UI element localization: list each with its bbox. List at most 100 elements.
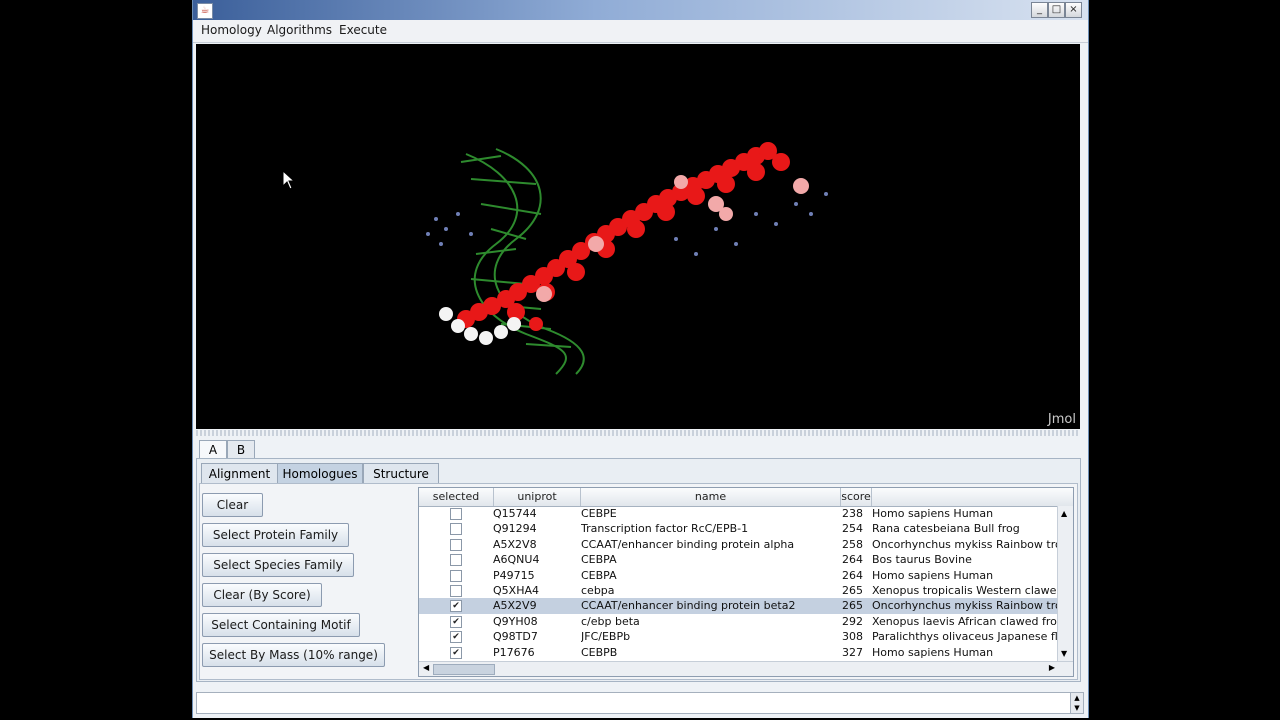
column-selected[interactable]: selected <box>419 488 494 506</box>
app-window: ☕ _ □ × Homology Algorithms Execute Jmol… <box>192 0 1089 718</box>
spin-up-icon[interactable]: ▲ <box>1071 693 1083 703</box>
cell-uniprot: P49715 <box>493 568 535 582</box>
cell-species: Homo sapiens Human <box>872 568 994 582</box>
cell-uniprot: Q98TD7 <box>493 630 538 644</box>
table-row[interactable]: P49715 CEBPA 264 Homo sapiens Human <box>419 568 1057 583</box>
cell-name: CEBPA <box>581 568 617 582</box>
cell-uniprot: Q5XHA4 <box>493 584 539 597</box>
cell-uniprot: Q9YH08 <box>493 614 538 628</box>
row-checkbox[interactable]: ✔ <box>450 615 462 628</box>
cell-name: CEBPE <box>581 507 617 520</box>
cell-uniprot: Q91294 <box>493 522 537 536</box>
cell-score: 265 <box>842 584 863 597</box>
tab-structure[interactable]: Structure <box>363 463 439 484</box>
menu-execute[interactable]: Execute <box>339 23 387 37</box>
cell-species: Xenopus tropicalis Western clawed <box>872 584 1057 597</box>
menu-algorithms[interactable]: Algorithms <box>267 23 332 37</box>
table-row[interactable]: Q15744 CEBPE 238 Homo sapiens Human <box>419 506 1057 521</box>
row-checkbox[interactable] <box>450 569 462 582</box>
tab-alignment[interactable]: Alignment <box>201 463 278 484</box>
cell-name: cebpa <box>581 584 615 597</box>
cell-species: Xenopus laevis African clawed frog <box>872 614 1057 628</box>
tab-homologues[interactable]: Homologues <box>277 463 363 484</box>
table-row[interactable]: ✔ P17676 CEBPB 327 Homo sapiens Human <box>419 645 1057 660</box>
select-by-mass-button[interactable]: Select By Mass (10% range) <box>202 643 385 667</box>
clear-by-score-button[interactable]: Clear (By Score) <box>202 583 322 607</box>
column-uniprot[interactable]: uniprot <box>494 488 581 506</box>
row-checkbox[interactable]: ✔ <box>450 646 462 659</box>
table-row[interactable]: A5X2V8 CCAAT/enhancer binding protein al… <box>419 537 1057 552</box>
table-header: selected uniprot name score <box>419 488 1073 507</box>
mouse-pointer-icon <box>282 170 296 190</box>
cell-species: Homo sapiens Human <box>872 645 994 659</box>
cell-name: c/ebp beta <box>581 614 640 628</box>
row-checkbox[interactable] <box>450 523 462 536</box>
scroll-left-icon[interactable]: ◀ <box>423 663 429 672</box>
cell-species: Oncorhynchus mykiss Rainbow trou <box>872 599 1057 613</box>
cell-species: Homo sapiens Human <box>872 507 994 520</box>
cell-name: Transcription factor RcC/EPB-1 <box>581 522 749 536</box>
cell-name: CEBPB <box>581 645 618 659</box>
table-row[interactable]: A6QNU4 CEBPA 264 Bos taurus Bovine <box>419 552 1057 567</box>
cell-species: Oncorhynchus mykiss Rainbow trou <box>872 537 1057 551</box>
row-checkbox[interactable] <box>450 554 462 567</box>
tab-b[interactable]: B <box>227 440 255 459</box>
table-row[interactable]: Q5XHA4 cebpa 265 Xenopus tropicalis Western… <box>419 583 1057 598</box>
molecule-structure <box>426 142 828 375</box>
row-checkbox[interactable] <box>450 585 462 597</box>
table-row[interactable]: Q91294 Transcription factor RcC/EPB-1 254 R… <box>419 521 1057 536</box>
cell-score: 264 <box>842 568 863 582</box>
menu-bar: Homology Algorithms Execute <box>193 20 1088 43</box>
scroll-right-icon[interactable]: ▶ <box>1049 663 1055 672</box>
vertical-scrollbar[interactable]: ▲ ▼ <box>1057 506 1073 661</box>
java-app-icon: ☕ <box>197 3 213 19</box>
cell-score: 292 <box>842 614 863 628</box>
title-bar[interactable]: ☕ _ □ × <box>193 0 1088 20</box>
column-name[interactable]: name <box>581 488 841 506</box>
table-row[interactable]: ✔ Q9YH08 c/ebp beta 292 Xenopus laevis Afric… <box>419 614 1057 629</box>
cell-score: 254 <box>842 522 863 536</box>
select-protein-family-button[interactable]: Select Protein Family <box>202 523 349 547</box>
jmol-molecule-viewer[interactable]: Jmol <box>196 44 1080 429</box>
cell-uniprot: Q15744 <box>493 507 537 520</box>
cell-name: CEBPA <box>581 553 617 567</box>
cell-name: CCAAT/enhancer binding protein alpha <box>581 537 795 551</box>
column-score[interactable]: score <box>841 488 872 506</box>
spin-down-icon[interactable]: ▼ <box>1071 703 1083 713</box>
cell-score: 258 <box>842 537 863 551</box>
minimize-button[interactable]: _ <box>1031 2 1048 18</box>
cell-species: Bos taurus Bovine <box>872 553 972 567</box>
cell-uniprot: A5X2V9 <box>493 599 537 613</box>
horizontal-scroll-thumb[interactable] <box>433 664 495 675</box>
row-checkbox[interactable]: ✔ <box>450 600 462 613</box>
cell-score: 265 <box>842 599 863 613</box>
jmol-watermark: Jmol <box>1047 412 1076 427</box>
cell-score: 238 <box>842 507 863 520</box>
cell-species: Rana catesbeiana Bull frog <box>872 522 1020 536</box>
row-checkbox[interactable] <box>450 508 462 520</box>
cell-name: JFC/EBPb <box>581 630 631 644</box>
cell-uniprot: A6QNU4 <box>493 553 540 567</box>
select-species-family-button[interactable]: Select Species Family <box>202 553 354 577</box>
table-row[interactable]: ✔ Q98TD7 JFC/EBPb 308 Paralichthys olivaceus… <box>419 629 1057 644</box>
table-row[interactable]: ✔ A5X2V9 CCAAT/enhancer binding protein b… <box>419 598 1057 614</box>
maximize-button[interactable]: □ <box>1048 2 1065 18</box>
close-button[interactable]: × <box>1065 2 1082 18</box>
cell-uniprot: A5X2V8 <box>493 537 537 551</box>
select-containing-motif-button[interactable]: Select Containing Motif <box>202 613 360 637</box>
tab-a[interactable]: A <box>199 440 227 459</box>
status-spinner[interactable]: ▲ ▼ <box>1070 692 1084 714</box>
split-pane-divider[interactable] <box>196 430 1080 436</box>
horizontal-scrollbar[interactable]: ◀ ▶ <box>419 661 1073 676</box>
scroll-up-icon[interactable]: ▲ <box>1061 509 1067 518</box>
menu-homology[interactable]: Homology <box>201 23 262 37</box>
cell-score: 264 <box>842 553 863 567</box>
homologues-table[interactable]: selected uniprot name score Q15744 CEBPE 2… <box>418 487 1074 677</box>
row-checkbox[interactable] <box>450 538 462 551</box>
status-field[interactable] <box>196 692 1072 714</box>
cell-score: 308 <box>842 630 863 644</box>
row-checkbox[interactable]: ✔ <box>450 631 462 644</box>
clear-button[interactable]: Clear <box>202 493 263 517</box>
cell-name: CCAAT/enhancer binding protein beta2 <box>581 599 796 613</box>
scroll-down-icon[interactable]: ▼ <box>1061 649 1067 658</box>
